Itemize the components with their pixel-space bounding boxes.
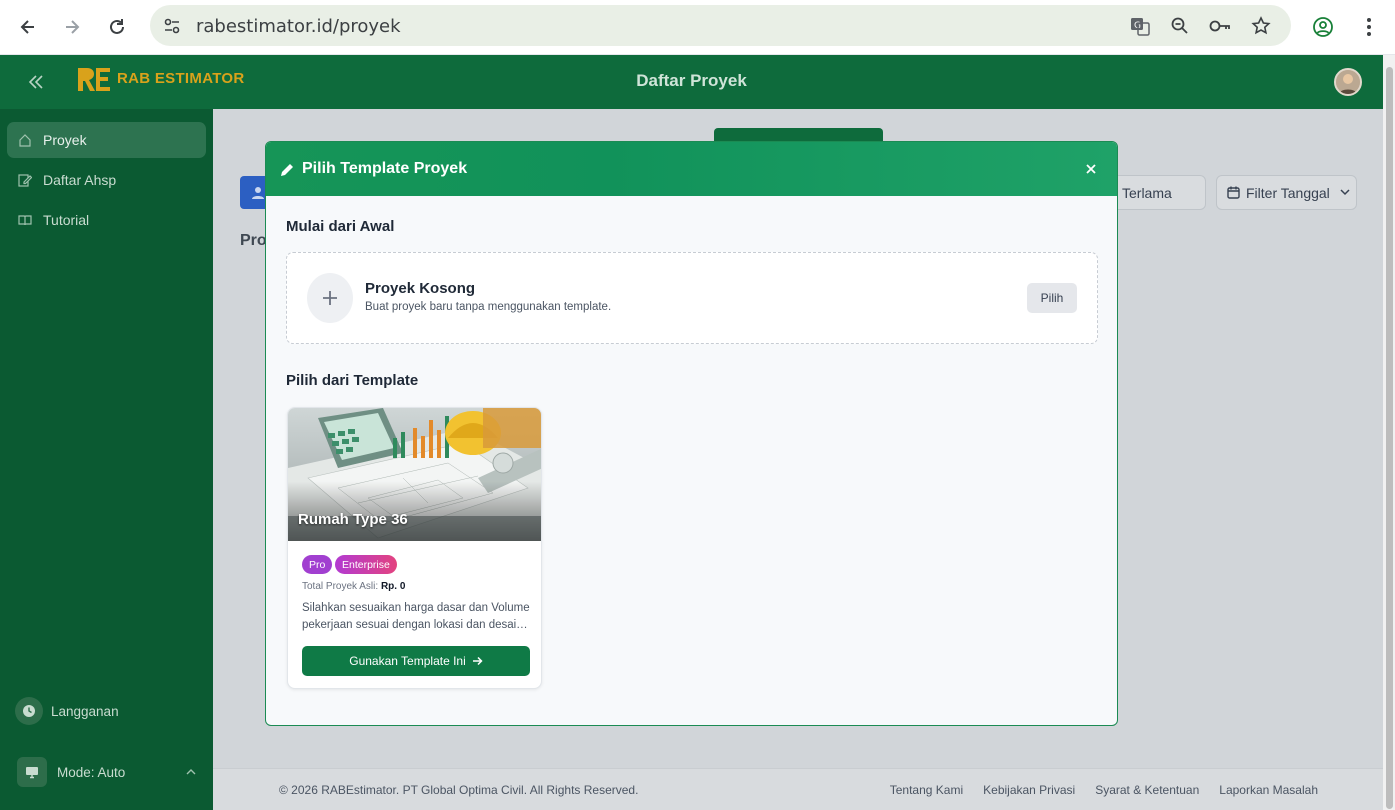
footer-link-report[interactable]: Laporkan Masalah (1219, 783, 1318, 797)
sort-select[interactable]: Terlama (1110, 175, 1206, 210)
profile-button[interactable] (1307, 11, 1339, 43)
page-scrollbar[interactable] (1383, 55, 1395, 810)
modal-title: Pilih Template Proyek (302, 160, 468, 177)
footer-copyright: © 2026 RABEstimator. PT Global Optima Ci… (279, 783, 639, 797)
zoom-icon[interactable] (1167, 13, 1193, 39)
template-total-value: Rp. 0 (380, 581, 406, 592)
template-section-title: Pilih dari Template (286, 372, 419, 389)
page-title: Daftar Proyek (636, 71, 747, 90)
sidebar-item-label: Daftar Ahsp (43, 172, 117, 188)
account-circle-icon (1313, 17, 1333, 37)
clock-icon (15, 697, 43, 725)
avatar[interactable] (1334, 68, 1362, 96)
section-heading-partial: Pro (240, 232, 267, 249)
template-total-label: Total Proyek Asli: (302, 581, 379, 592)
template-picker-modal: Pilih Template Proyek Mulai dari Awal Pr… (265, 141, 1118, 726)
footer: © 2026 RABEstimator. PT Global Optima Ci… (213, 768, 1383, 810)
sidebar-item-proyek[interactable]: Proyek (7, 122, 206, 158)
modal-header: Pilih Template Proyek (266, 142, 1117, 196)
translate-icon[interactable]: G (1127, 13, 1153, 39)
chevron-down-icon (1340, 189, 1350, 196)
address-bar[interactable]: rabestimator.id/proyek G (150, 5, 1291, 46)
choose-blank-button[interactable]: Pilih (1027, 283, 1077, 313)
use-template-button[interactable]: Gunakan Template Ini (302, 646, 530, 676)
monitor-icon (17, 757, 47, 787)
template-total: Total Proyek Asli: Rp. 0 (302, 581, 405, 592)
date-filter-button[interactable]: Filter Tanggal (1216, 175, 1357, 210)
edit-document-icon (17, 172, 33, 188)
user-icon (252, 187, 264, 199)
reload-button[interactable] (101, 11, 133, 43)
sidebar-item-daftar-ahsp[interactable]: Daftar Ahsp (7, 162, 206, 198)
calendar-icon (1227, 186, 1240, 199)
bookmark-star-icon[interactable] (1248, 13, 1274, 39)
sidebar-item-tutorial[interactable]: Tutorial (7, 202, 206, 238)
footer-link-about[interactable]: Tentang Kami (890, 783, 963, 797)
book-icon (17, 212, 33, 228)
blank-project-title: Proyek Kosong (365, 280, 476, 297)
date-filter-label: Filter Tanggal (1246, 184, 1330, 201)
template-description: Silahkan sesuaikan harga dasar dan Volum… (302, 602, 530, 631)
site-settings-icon[interactable] (163, 17, 181, 35)
plus-icon (307, 273, 353, 323)
app-header: RAB ESTIMATOR Daftar Proyek (0, 55, 1383, 109)
arrow-left-icon (20, 20, 34, 34)
sidebar-item-label: Proyek (43, 132, 87, 148)
mode-label: Mode: Auto (57, 764, 126, 780)
reload-icon (110, 19, 124, 34)
template-name: Rumah Type 36 (298, 511, 408, 528)
template-card[interactable]: Rumah Type 36 Pro Enterprise Total Proye… (287, 407, 542, 689)
browser-menu-button[interactable] (1353, 11, 1385, 43)
sidebar-item-label: Tutorial (43, 212, 90, 228)
arrow-right-icon (66, 20, 80, 34)
back-button[interactable] (12, 11, 44, 43)
use-template-label: Gunakan Template Ini (349, 654, 466, 668)
browser-toolbar: rabestimator.id/proyek G (0, 0, 1395, 55)
scrollbar-thumb[interactable] (1386, 67, 1393, 809)
start-section-title: Mulai dari Awal (286, 218, 395, 235)
close-icon (1086, 164, 1096, 174)
add-project-button[interactable] (714, 128, 883, 142)
home-icon (17, 132, 33, 148)
blank-project-card[interactable]: Proyek Kosong Buat proyek baru tanpa men… (286, 252, 1098, 344)
badge-enterprise: Enterprise (335, 555, 397, 574)
more-vert-icon (1367, 18, 1371, 36)
sidebar: Proyek Daftar Ahsp Tutorial Langganan Mo… (0, 109, 213, 810)
url-text[interactable]: rabestimator.id/proyek (196, 16, 401, 37)
arrow-right-icon (472, 656, 483, 666)
subscription-label: Langganan (51, 703, 119, 719)
footer-link-terms[interactable]: Syarat & Ketentuan (1095, 783, 1199, 797)
pencil-icon (281, 163, 293, 176)
footer-link-privacy[interactable]: Kebijakan Privasi (983, 783, 1075, 797)
chevron-up-icon (186, 769, 196, 775)
theme-mode-toggle[interactable]: Mode: Auto (7, 752, 206, 792)
forward-button[interactable] (56, 11, 88, 43)
password-key-icon[interactable] (1207, 13, 1233, 39)
close-button[interactable] (1083, 161, 1099, 177)
blank-project-description: Buat proyek baru tanpa menggunakan templ… (365, 301, 612, 313)
user-photo-icon (1336, 70, 1360, 94)
subscription-link[interactable]: Langganan (7, 691, 206, 731)
user-filter-button[interactable] (240, 176, 266, 209)
badge-pro: Pro (302, 555, 333, 574)
